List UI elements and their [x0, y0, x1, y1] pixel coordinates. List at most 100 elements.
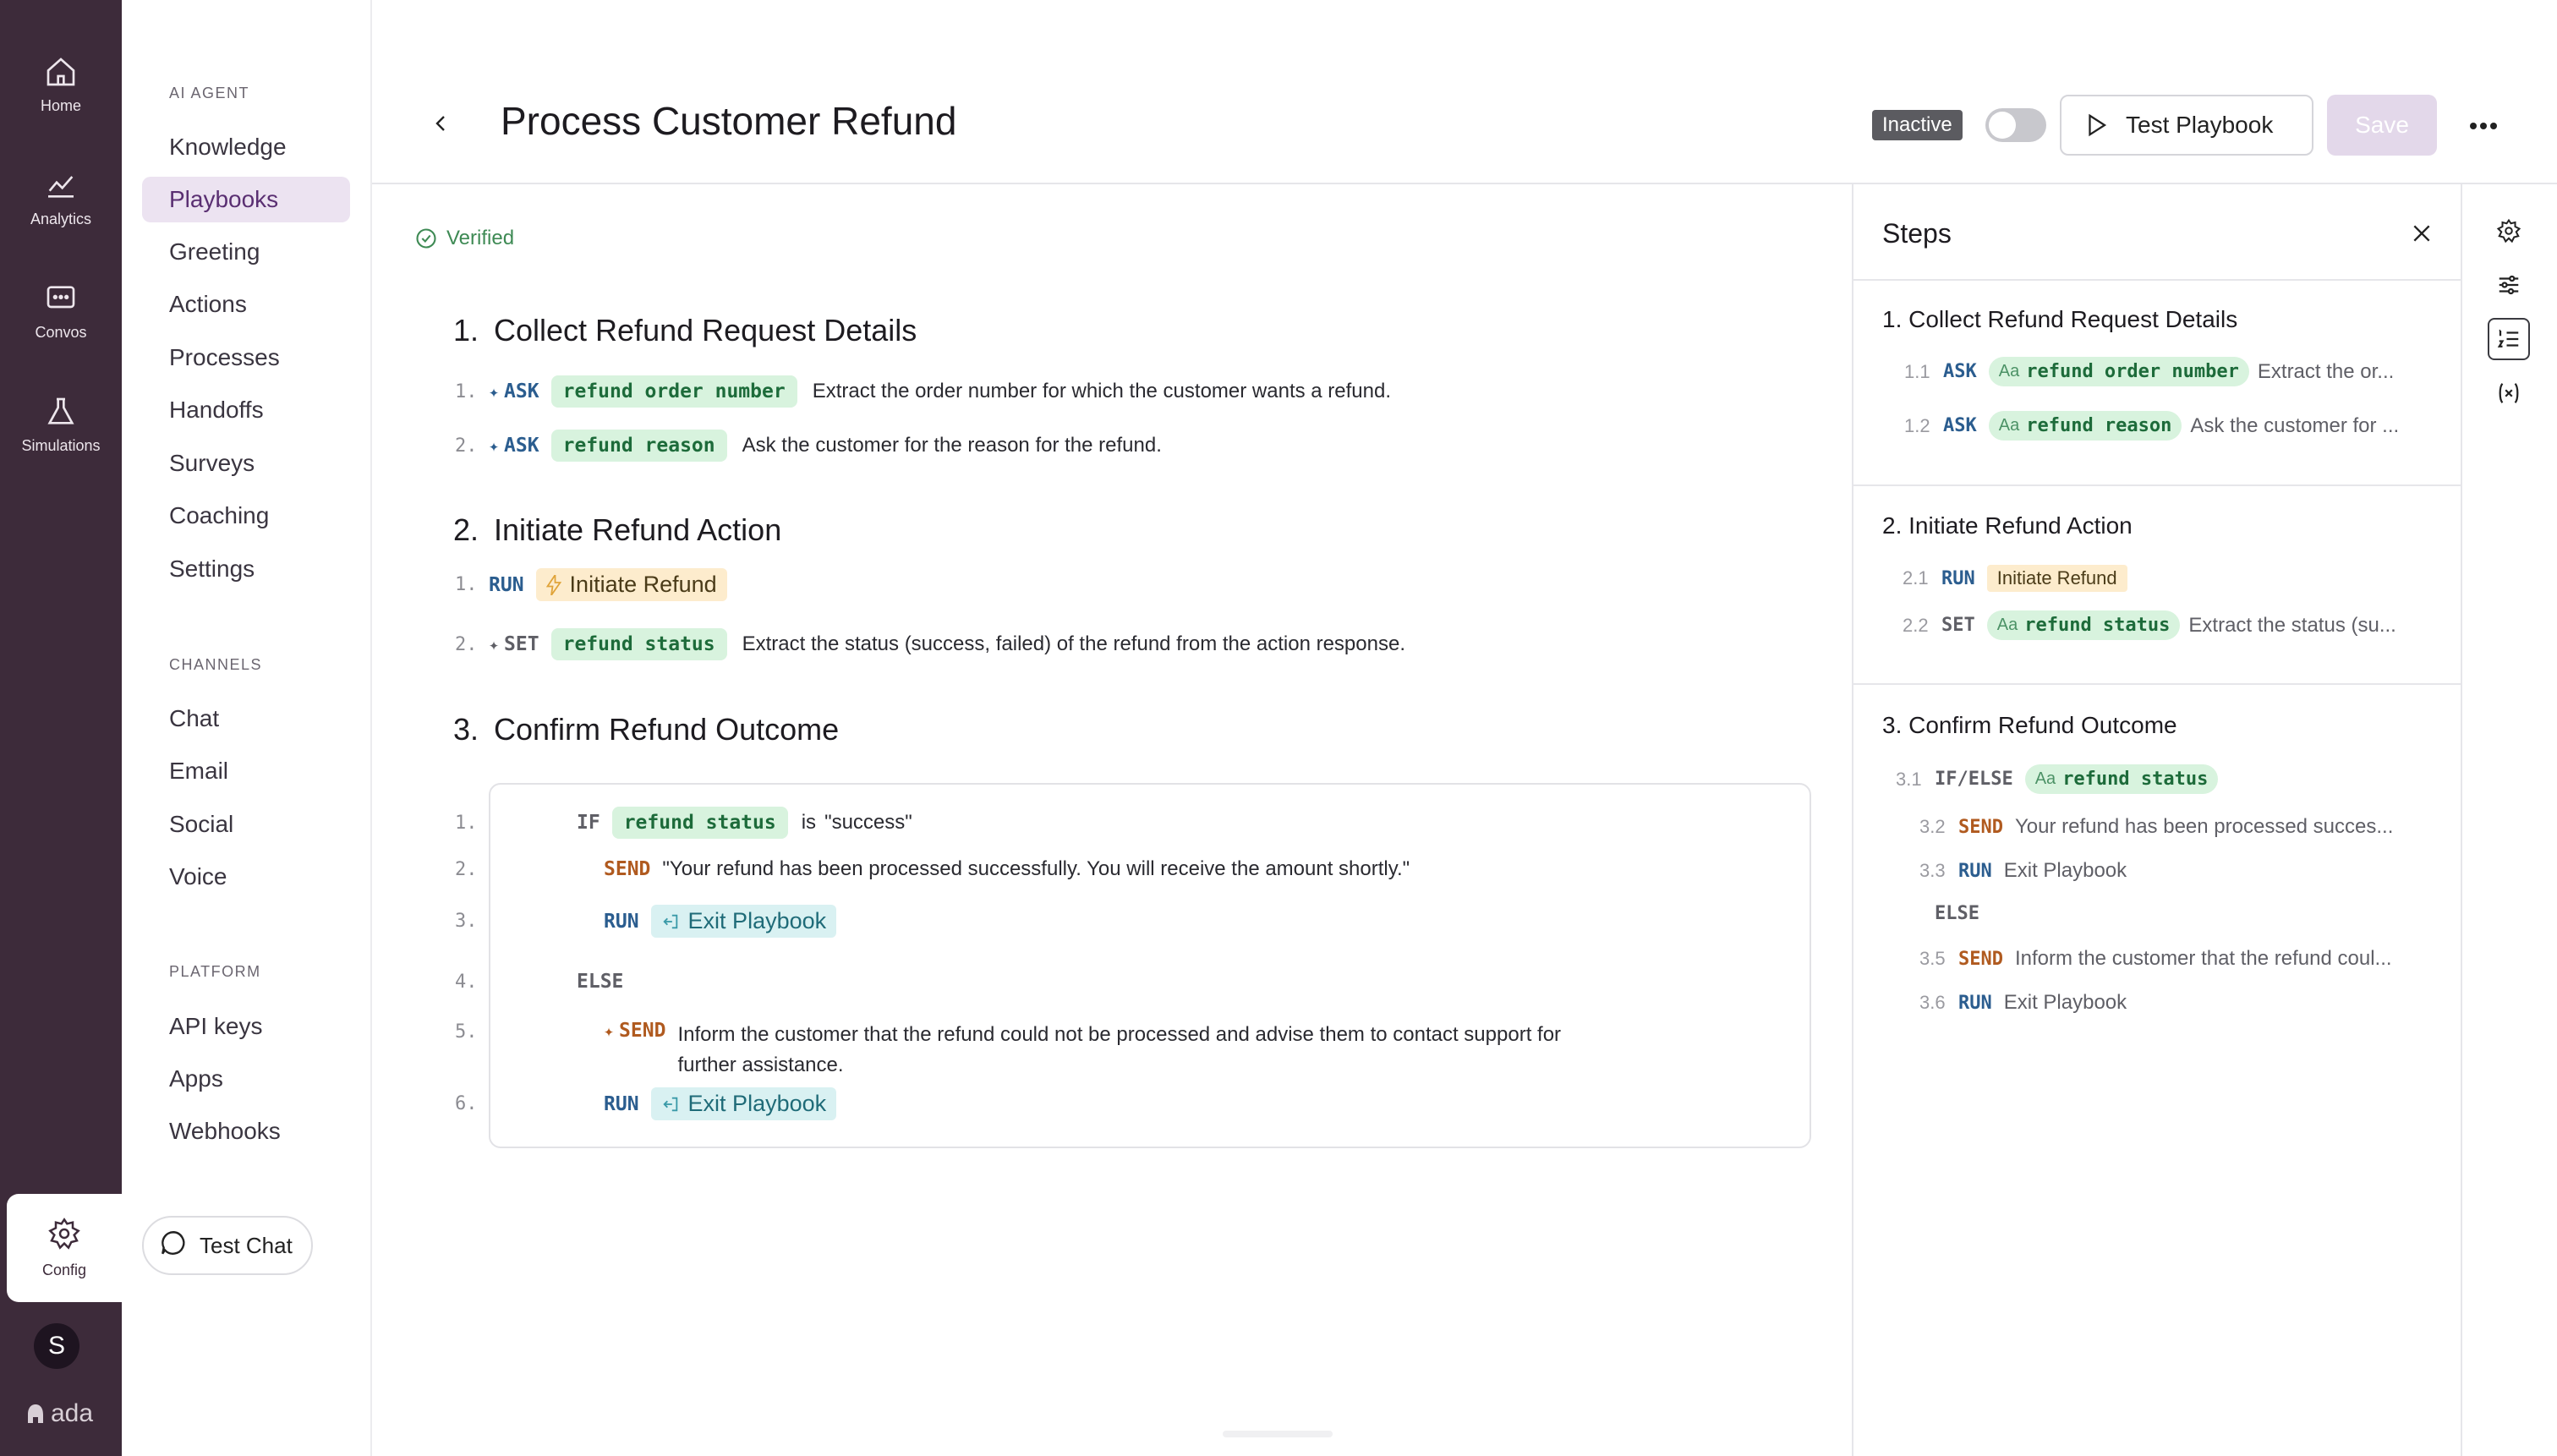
nav-item-greeting[interactable]: Greeting — [142, 229, 350, 275]
step-text: Inform the customer that the refund coul… — [677, 1020, 1561, 1081]
nav-item-chat[interactable]: Chat — [142, 696, 350, 742]
section-title[interactable]: 2. Initiate Refund Action — [453, 512, 781, 548]
step-row[interactable]: 3. RUN Exit Playbook — [455, 905, 837, 938]
step-row[interactable]: 2. ✦ SET refund status Extract the status… — [455, 628, 1405, 660]
close-steps-button[interactable] — [2406, 218, 2437, 249]
section-label-platform: PLATFORM — [169, 963, 261, 980]
variable-pill[interactable]: refund reason — [550, 430, 727, 462]
steps-row[interactable]: 3.6 RUN Exit Playbook — [1919, 991, 2444, 1015]
nav-item-social[interactable]: Social — [142, 802, 350, 847]
nav-item-surveys[interactable]: Surveys — [142, 441, 350, 486]
line-number: 1. — [455, 812, 478, 834]
step-text: Ask the customer for ... — [2190, 413, 2400, 437]
nav-item-coaching[interactable]: Coaching — [142, 493, 350, 539]
nav-item-api-keys[interactable]: API keys — [142, 1004, 350, 1049]
exit-playbook-pill[interactable]: Exit Playbook — [650, 905, 837, 938]
test-chat-button[interactable]: Test Chat — [142, 1216, 313, 1275]
steps-group-title[interactable]: 2. Initiate Refund Action — [1882, 512, 2133, 539]
nav-item-knowledge[interactable]: Knowledge — [142, 124, 350, 170]
steps-row[interactable]: ELSE — [1935, 903, 2442, 924]
exit-icon — [662, 914, 677, 928]
variable-pill[interactable]: Aa refund reason — [1988, 411, 2182, 441]
rail-item-home[interactable]: Home — [0, 37, 122, 130]
steps-row[interactable]: 3.3 RUN Exit Playbook — [1919, 859, 2444, 883]
keyword-send: SEND — [604, 858, 651, 880]
sparkle-icon: ✦ — [489, 435, 500, 456]
variable-name: refund order number — [2026, 361, 2239, 382]
section-title[interactable]: 3. Confirm Refund Outcome — [453, 712, 839, 747]
filters-button[interactable] — [2488, 264, 2530, 306]
variable-pill[interactable]: refund status — [550, 628, 727, 660]
keyword-send: SEND — [1958, 816, 2003, 838]
section-title-text: Initiate Refund Action — [494, 512, 782, 547]
rail-item-analytics[interactable]: Analytics — [0, 151, 122, 244]
line-number: 2. — [455, 633, 478, 655]
steps-row[interactable]: 2.2 SET Aa refund status Extract the stat… — [1903, 610, 2444, 640]
step-row[interactable]: 1. ✦ ASK refund order number Extract the … — [455, 375, 1391, 408]
more-options-button[interactable] — [2464, 107, 2503, 145]
variable-pill[interactable]: Aa refund status — [2024, 764, 2219, 794]
nav-item-voice[interactable]: Voice — [142, 854, 350, 900]
steps-toggle-button[interactable] — [2488, 318, 2530, 360]
section-title[interactable]: 1. Collect Refund Request Details — [453, 313, 917, 348]
play-icon — [2089, 113, 2107, 137]
line-number: 2. — [455, 435, 478, 457]
variable-pill[interactable]: Aa refund order number — [1988, 357, 2249, 386]
step-row[interactable]: 1. IF refund status is "success" — [455, 807, 912, 839]
keyword-text: ASK — [504, 435, 539, 457]
rail-item-simulations[interactable]: Simulations — [0, 377, 122, 470]
steps-group-title[interactable]: 1. Collect Refund Request Details — [1882, 306, 2237, 333]
nav-item-webhooks[interactable]: Webhooks — [142, 1108, 350, 1154]
steps-row[interactable]: 3.2 SEND Your refund has been processed … — [1919, 815, 2444, 839]
step-row[interactable]: 2. SEND "Your refund has been processed … — [455, 857, 1410, 881]
variables-button[interactable] — [2488, 372, 2530, 414]
sparkle-icon: ✦ — [489, 634, 500, 654]
nav-item-playbooks[interactable]: Playbooks — [142, 177, 350, 222]
back-button[interactable] — [424, 107, 458, 140]
section-title-text: Collect Refund Request Details — [494, 313, 917, 348]
active-toggle[interactable] — [1985, 108, 2046, 142]
step-row[interactable]: 5. ✦ SEND Inform the customer that the re… — [455, 1020, 1561, 1081]
action-pill[interactable]: Initiate Refund — [1986, 565, 2127, 592]
nav-item-email[interactable]: Email — [142, 748, 350, 794]
rail-item-convos[interactable]: Convos — [0, 264, 122, 357]
text-type-icon: Aa — [1996, 616, 2018, 634]
steps-row[interactable]: 3.1 IF/ELSE Aa refund status — [1896, 764, 2445, 794]
variable-pill[interactable]: refund status — [611, 807, 788, 839]
keyword-run: RUN — [604, 910, 639, 933]
scroll-indicator[interactable] — [1223, 1431, 1333, 1437]
steps-row[interactable]: 1.2 ASK Aa refund reason Ask the customer… — [1904, 411, 2445, 441]
line-number: 2.2 — [1903, 614, 1929, 636]
nav-item-handoffs[interactable]: Handoffs — [142, 387, 350, 433]
step-row[interactable]: 6. RUN Exit Playbook — [455, 1087, 837, 1120]
step-row[interactable]: 1. RUN Initiate Refund — [455, 568, 727, 601]
section-number: 1. — [453, 313, 479, 348]
save-button[interactable]: Save — [2327, 95, 2437, 156]
nav-item-settings[interactable]: Settings — [142, 546, 350, 592]
steps-group-title[interactable]: 3. Confirm Refund Outcome — [1882, 712, 2177, 739]
steps-row[interactable]: 1.1 ASK Aa refund order number Extract th… — [1904, 357, 2445, 386]
keyword-send: SEND — [1958, 948, 2003, 970]
keyword-text: SET — [504, 633, 539, 655]
avatar[interactable]: S — [34, 1323, 79, 1369]
divider — [1853, 484, 2462, 486]
settings-button[interactable] — [2488, 210, 2530, 252]
nav-item-processes[interactable]: Processes — [142, 335, 350, 380]
test-playbook-button[interactable]: Test Playbook — [2060, 95, 2313, 156]
action-label: Initiate Refund — [569, 572, 717, 597]
exit-playbook-pill[interactable]: Exit Playbook — [650, 1087, 837, 1120]
rail-label: Convos — [35, 323, 87, 341]
variable-pill[interactable]: Aa refund status — [1986, 610, 2181, 640]
nav-item-actions[interactable]: Actions — [142, 282, 350, 327]
verified-label: Verified — [446, 227, 515, 249]
right-tool-rail — [2462, 184, 2557, 1456]
step-row[interactable]: 4. ELSE — [455, 971, 635, 993]
toggle-knob — [1989, 112, 2016, 139]
steps-row[interactable]: 3.5 SEND Inform the customer that the re… — [1919, 947, 2444, 971]
steps-row[interactable]: 2.1 RUN Initiate Refund — [1903, 565, 2444, 592]
variable-pill[interactable]: refund order number — [550, 375, 797, 408]
action-pill[interactable]: Initiate Refund — [535, 568, 727, 601]
step-row[interactable]: 2. ✦ ASK refund reason Ask the customer f… — [455, 430, 1162, 462]
rail-item-config[interactable]: Config — [7, 1194, 122, 1302]
nav-item-apps[interactable]: Apps — [142, 1056, 350, 1102]
